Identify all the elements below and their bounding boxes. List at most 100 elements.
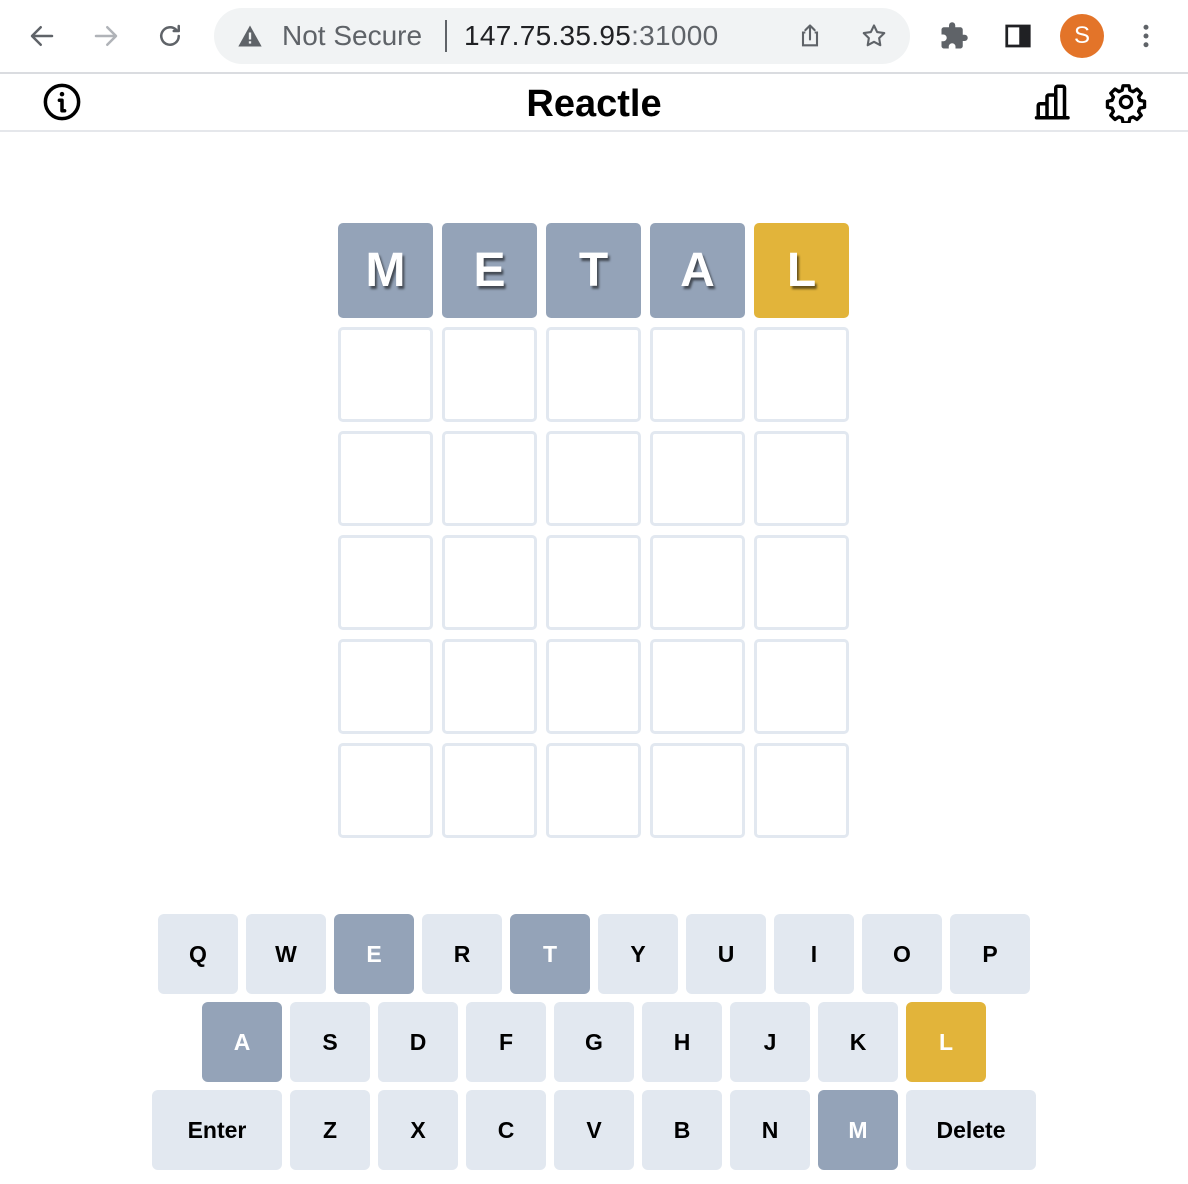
security-label[interactable]: Not Secure [282, 20, 422, 52]
extensions-button[interactable] [934, 16, 974, 56]
board-tile: T [546, 223, 641, 318]
share-icon [801, 24, 819, 47]
board-tile [546, 535, 641, 630]
keyboard-row: ASDFGHJKL [0, 1002, 1188, 1082]
board-tile [442, 639, 537, 734]
reload-icon [160, 24, 180, 46]
puzzle-icon [941, 22, 968, 49]
board-tile: M [338, 223, 433, 318]
page-title: Reactle [526, 83, 662, 125]
arrow-left-icon [30, 26, 54, 46]
board-tile [338, 327, 433, 422]
board-tile [442, 327, 537, 422]
board-tile [546, 639, 641, 734]
address-separator [445, 20, 447, 52]
on-screen-keyboard: Q W E R T Y U I O P A S D F G H J K L Enter Z X C V B N M Delete [0, 914, 1188, 1178]
board-tile: E [442, 223, 537, 318]
key-s[interactable]: S [290, 1002, 370, 1082]
bookmark-button[interactable] [858, 20, 890, 52]
board-tile [338, 743, 433, 838]
back-button[interactable] [22, 16, 62, 56]
key-e[interactable]: E [334, 914, 414, 994]
board-tile [338, 639, 433, 734]
settings-button[interactable] [1104, 80, 1148, 124]
key-d[interactable]: D [378, 1002, 458, 1082]
key-m[interactable]: M [818, 1090, 898, 1170]
keyboard-row: Enter Z X C V B N M Delete [0, 1090, 1188, 1170]
profile-avatar[interactable]: S [1060, 14, 1104, 58]
board-row: METAL [338, 223, 850, 318]
share-button[interactable] [794, 20, 826, 52]
address-bar[interactable]: Not Secure 147.75.35.95:31000 [214, 8, 910, 64]
app-header: Reactle [0, 74, 1188, 132]
key-f[interactable]: F [466, 1002, 546, 1082]
board-tile [546, 743, 641, 838]
url-text[interactable]: 147.75.35.95:31000 [464, 20, 719, 52]
key-k[interactable]: K [818, 1002, 898, 1082]
key-t[interactable]: T [510, 914, 590, 994]
key-v[interactable]: V [554, 1090, 634, 1170]
key-c[interactable]: C [466, 1090, 546, 1170]
board-row [338, 535, 850, 630]
board-tile [338, 431, 433, 526]
board-tile [754, 431, 849, 526]
board-row [338, 431, 850, 526]
key-b[interactable]: B [642, 1090, 722, 1170]
key-h[interactable]: H [642, 1002, 722, 1082]
warning-icon[interactable] [236, 22, 264, 50]
key-r[interactable]: R [422, 914, 502, 994]
enter-key[interactable]: Enter [152, 1090, 282, 1170]
key-w[interactable]: W [246, 914, 326, 994]
side-panel-button[interactable] [998, 16, 1038, 56]
more-vert-icon [1143, 24, 1149, 48]
board-row [338, 327, 850, 422]
game-board: METAL [338, 223, 850, 847]
board-tile [546, 431, 641, 526]
star-icon [862, 24, 886, 47]
key-y[interactable]: Y [598, 914, 678, 994]
gear-icon [1105, 84, 1147, 123]
board-tile [754, 535, 849, 630]
key-l[interactable]: L [906, 1002, 986, 1082]
url-host: 147.75.35.95 [464, 20, 632, 51]
board-row [338, 639, 850, 734]
board-tile [650, 639, 745, 734]
bar-chart-icon [1034, 84, 1070, 120]
side-panel-icon [1005, 24, 1031, 48]
board-tile [442, 743, 537, 838]
forward-button[interactable] [86, 16, 126, 56]
key-a[interactable]: A [202, 1002, 282, 1082]
board-tile [442, 535, 537, 630]
key-z[interactable]: Z [290, 1090, 370, 1170]
browser-toolbar: Not Secure 147.75.35.95:31000 S [0, 0, 1188, 74]
board-tile [754, 743, 849, 838]
board-tile [442, 431, 537, 526]
arrow-right-icon [94, 26, 118, 46]
board-tile [650, 431, 745, 526]
url-port: :31000 [631, 20, 719, 51]
board-tile [754, 327, 849, 422]
board-row [338, 743, 850, 838]
statistics-button[interactable] [1032, 80, 1076, 124]
delete-key[interactable]: Delete [906, 1090, 1036, 1170]
browser-menu-button[interactable] [1126, 16, 1166, 56]
key-u[interactable]: U [686, 914, 766, 994]
key-q[interactable]: Q [158, 914, 238, 994]
board-tile [546, 327, 641, 422]
board-tile: L [754, 223, 849, 318]
board-tile [650, 327, 745, 422]
key-p[interactable]: P [950, 914, 1030, 994]
key-o[interactable]: O [862, 914, 942, 994]
board-tile [650, 535, 745, 630]
key-j[interactable]: J [730, 1002, 810, 1082]
board-tile [650, 743, 745, 838]
board-tile: A [650, 223, 745, 318]
key-x[interactable]: X [378, 1090, 458, 1170]
key-g[interactable]: G [554, 1002, 634, 1082]
key-n[interactable]: N [730, 1090, 810, 1170]
key-i[interactable]: I [774, 914, 854, 994]
keyboard-row: QWERTYUIOP [0, 914, 1188, 994]
board-tile [338, 535, 433, 630]
reload-button[interactable] [150, 16, 190, 56]
board-tile [754, 639, 849, 734]
